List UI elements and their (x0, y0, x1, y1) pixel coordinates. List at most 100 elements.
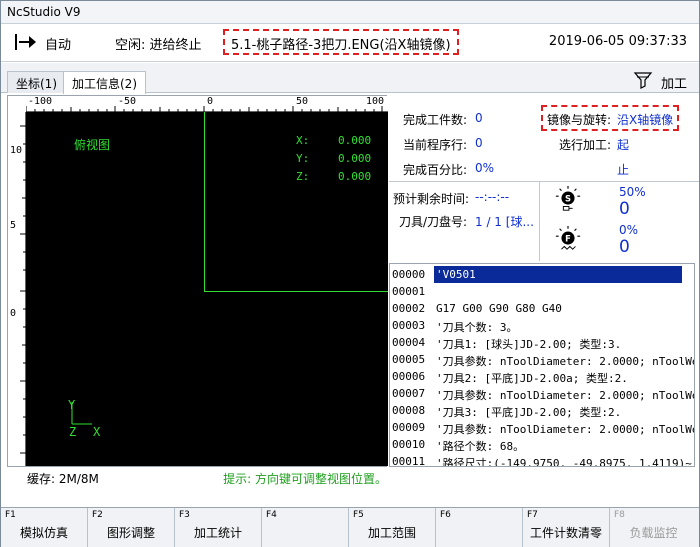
feed-speed-icon: F (555, 225, 581, 250)
ruler-label: 5 (10, 220, 17, 231)
coord-y-value: 0.000 (338, 152, 372, 165)
info-divider-vertical (539, 181, 540, 261)
fkey-number: F4 (266, 510, 277, 520)
fkey-label: 图形调整 (106, 526, 155, 540)
current-file: 5.1-桃子路径-3把刀.ENG(沿X轴镜像) (223, 29, 459, 55)
info-divider (389, 181, 699, 182)
mirror-value: 沿X轴镜像 (617, 113, 674, 127)
view-canvas[interactable]: 俯视图 X: 0.000 Y: 0.000 Z: 0.000 Y Z X (26, 112, 388, 466)
current-line-value: 0 (475, 136, 483, 150)
f6-button[interactable]: F6 (436, 508, 523, 547)
axis-y-label: Y (68, 398, 76, 412)
line-number: 00006 (392, 370, 426, 383)
code-line[interactable]: 00007 '刀具参数: nToolDiameter: 2.0000; nTool… (390, 385, 694, 402)
percent-label: 完成百分比: (403, 163, 468, 177)
app-window: NcStudio V9 自动 空闲: 进给终止 5.1-桃子路径-3把刀.ENG… (0, 0, 700, 547)
ruler-label: -100 (28, 96, 53, 107)
f8-load-monitor-button[interactable]: F8 负载监控 (610, 508, 697, 547)
tab-label: 加工信息(2) (72, 77, 137, 91)
completed-label: 完成工件数: (403, 113, 468, 127)
fkey-number: F1 (5, 510, 16, 520)
fkey-label: 加工范围 (367, 526, 416, 540)
line-text: '刀具1: [球头]JD-2.00; 类型:3. (436, 338, 622, 351)
tab-process-info[interactable]: 加工信息(2) (63, 71, 146, 94)
f7-reset-count-button[interactable]: F7 工件计数清零 (523, 508, 610, 547)
line-number: 00010 (392, 438, 426, 451)
fkey-label: 加工统计 (193, 526, 242, 540)
tab-strip: 坐标(1) 加工信息(2) 加工 (1, 63, 699, 94)
code-line[interactable]: 00011 '路径尺寸:(-149.9750, -49.8975, 1.4119)… (390, 453, 695, 467)
status-bar: 自动 空闲: 进给终止 5.1-桃子路径-3把刀.ENG(沿X轴镜像) 2019… (1, 25, 699, 62)
arrow-right-icon (15, 34, 36, 50)
line-number: 00007 (392, 387, 426, 400)
line-number: 00003 (392, 319, 426, 332)
remaining-time-label: 预计剩余时间: (393, 192, 470, 206)
select-end[interactable]: 止 (617, 161, 629, 178)
f5-range-button[interactable]: F5 加工范围 (349, 508, 436, 547)
line-text: '刀具参数: nToolDiameter: 2.0000; nToolWe (436, 355, 695, 368)
fkey-number: F6 (440, 510, 451, 520)
title-bar: NcStudio V9 (1, 1, 699, 24)
axis-z-label: Z (69, 425, 77, 439)
view-title: 俯视图 (74, 138, 111, 152)
tab-coordinates[interactable]: 坐标(1) (7, 71, 66, 93)
gcode-listing[interactable]: 00000 'V0501 00001 00002 G17 G00 G90 G80 G… (389, 263, 695, 467)
function-key-bar: F1 模拟仿真 F2 图形调整 F3 加工统计 F4 F5 加工范围 F6 F7 工件计数… (1, 507, 699, 547)
select-start[interactable]: 起 (617, 136, 629, 153)
f3-statistics-button[interactable]: F3 加工统计 (175, 508, 262, 547)
line-number: 00011 (392, 455, 426, 467)
code-line[interactable]: 00002 G17 G00 G90 G80 G40 (390, 300, 694, 317)
line-number: 00004 (392, 336, 426, 349)
line-text: 'V0501 (436, 268, 476, 281)
f1-simulate-button[interactable]: F1 模拟仿真 (1, 508, 88, 547)
coord-x-label: X: (296, 134, 310, 147)
tool-value: 1 / 1 [球... (475, 215, 534, 229)
line-number: 00009 (392, 421, 426, 434)
fkey-number: F2 (92, 510, 103, 520)
spindle-value: 0 (619, 199, 630, 219)
code-line[interactable]: 00009 '刀具参数: nToolDiameter: 2.0000; nTool… (390, 419, 695, 436)
code-line[interactable]: 00000 'V0501 (390, 266, 694, 283)
machine-state: 空闲: 进给终止 (115, 38, 202, 53)
ruler-label: -50 (118, 96, 137, 107)
f4-button[interactable]: F4 (262, 508, 349, 547)
ruler-top: -100 -50 0 50 100 (26, 96, 388, 112)
line-number: 00000 (392, 268, 426, 281)
line-text: '刀具参数: nToolDiameter: 2.0000; nToolWe (436, 423, 695, 436)
ruler-label: 100 (366, 96, 385, 107)
view-footer: 缓存: 2M/8M 提示: 方向键可调整视图位置。 (7, 467, 387, 487)
fkey-label: 工件计数清零 (529, 526, 602, 540)
datetime: 2019-06-05 09:37:33 (548, 34, 687, 49)
fkey-number: F7 (527, 510, 538, 520)
window-title: NcStudio V9 (7, 5, 81, 19)
origin-axis-horizontal (204, 291, 388, 292)
code-line[interactable]: 00008 '刀具3: [平底]JD-2.00; 类型:2. (390, 402, 694, 419)
f2-graph-adjust-button[interactable]: F2 图形调整 (88, 508, 175, 547)
tab-label: 坐标(1) (16, 77, 57, 91)
code-line[interactable]: 00001 (390, 283, 694, 300)
code-line[interactable]: 00010 '路径个数: 68。 (390, 436, 694, 453)
coord-z-label: Z: (296, 170, 310, 183)
process-button[interactable]: 加工 (661, 73, 687, 92)
remaining-time-value: --:--:-- (475, 190, 510, 204)
svg-text:S: S (565, 193, 571, 203)
hint-text: 提示: 方向键可调整视图位置。 (223, 472, 387, 486)
line-number: 00001 (392, 285, 426, 298)
line-text: '路径尺寸:(-149.9750, -49.8975, 1.4119)~( (436, 457, 695, 467)
origin-axis-vertical (204, 112, 205, 292)
percent-value: 0% (475, 161, 495, 175)
fkey-label: 模拟仿真 (19, 526, 68, 540)
line-text: '刀具3: [平底]JD-2.00; 类型:2. (436, 406, 622, 419)
completed-value: 0 (475, 111, 483, 125)
code-line[interactable]: 00005 '刀具参数: nToolDiameter: 2.0000; nTool… (390, 351, 695, 368)
code-line[interactable]: 00004 '刀具1: [球头]JD-2.00; 类型:3. (390, 334, 694, 351)
process-info-panel: 完成工件数: 0 当前程序行: 0 完成百分比: 0% 镜像与旋转: 沿X轴镜像… (389, 95, 699, 263)
line-text: G17 G00 G90 G80 G40 (436, 302, 562, 315)
line-text: '刀具个数: 3。 (436, 321, 518, 334)
code-line[interactable]: 00003 '刀具个数: 3。 (390, 317, 694, 334)
ruler-label: 0 (207, 96, 214, 107)
cache-status: 缓存: 2M/8M (27, 472, 99, 486)
funnel-icon[interactable] (633, 70, 653, 90)
line-number: 00005 (392, 353, 426, 366)
code-line[interactable]: 00006 '刀具2: [平底]JD-2.00a; 类型:2. (390, 368, 694, 385)
